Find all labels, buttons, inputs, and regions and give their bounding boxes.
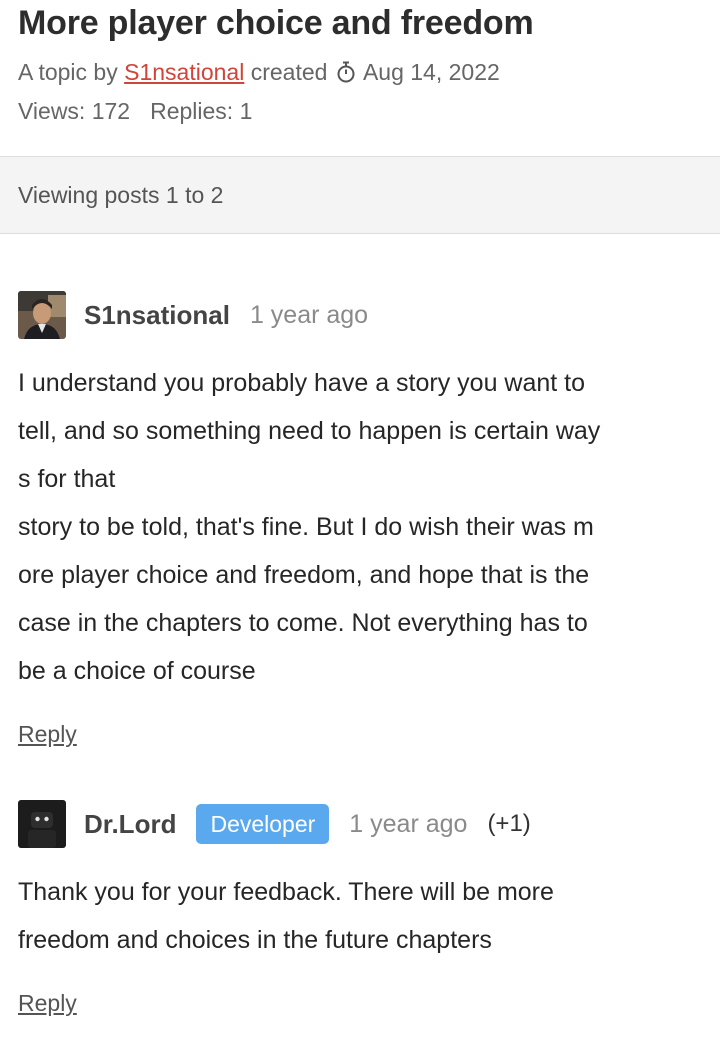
topic-meta: A topic by S1nsational created Aug 14, 2… [18, 54, 702, 93]
post-line: freedom and choices in the future chapte… [18, 926, 492, 954]
post: Dr.Lord Developer 1 year ago (+1) Thank … [18, 800, 702, 1017]
post-author[interactable]: S1nsational [84, 300, 230, 331]
post-line: tell, and so something need to happen is… [18, 417, 601, 445]
post-line: ore player choice and freedom, and hope … [18, 561, 590, 589]
topic-author-link[interactable]: S1nsational [124, 59, 244, 85]
post-time: 1 year ago [249, 300, 369, 329]
vote-count: (+1) [487, 810, 531, 837]
post-line: be a choice of course [18, 657, 256, 685]
post-line: Thank you for your feedback. There will … [18, 878, 554, 906]
post-time: 1 year ago [349, 809, 468, 838]
post-line: story to be told, that's fine. But I do … [18, 513, 594, 541]
created-label: created [250, 59, 328, 85]
topic-stats: Views: 172 Replies: 1 [18, 93, 702, 129]
reply-link[interactable]: Reply [18, 990, 77, 1017]
post-body: I understand you probably have a story y… [18, 359, 702, 695]
avatar[interactable] [18, 291, 66, 339]
post-header: S1nsational 1 year ago [18, 291, 702, 339]
meta-prefix: A topic by [18, 59, 118, 85]
post: S1nsational 1 year ago I understand you … [18, 291, 702, 748]
post-line: I understand you probably have a story y… [18, 369, 586, 397]
developer-badge: Developer [196, 804, 330, 844]
page-title: More player choice and freedom [18, 4, 534, 42]
post-author[interactable]: Dr.Lord [84, 809, 176, 840]
post-line: s for that [18, 465, 116, 493]
reply-link[interactable]: Reply [18, 721, 77, 748]
topic-header: More player choice and freedom A topic b… [0, 0, 720, 129]
created-date: Aug 14, 2022 [362, 59, 500, 85]
post-header: Dr.Lord Developer 1 year ago (+1) [18, 800, 702, 848]
views-count: Views: 172 [18, 98, 131, 124]
replies-count: Replies: 1 [150, 98, 253, 124]
post-line: case in the chapters to come. Not everyt… [18, 609, 588, 637]
viewing-posts-bar: Viewing posts 1 to 2 [0, 156, 720, 234]
post-body: Thank you for your feedback. There will … [18, 868, 702, 964]
avatar[interactable] [18, 800, 66, 848]
stopwatch-icon [336, 57, 356, 93]
